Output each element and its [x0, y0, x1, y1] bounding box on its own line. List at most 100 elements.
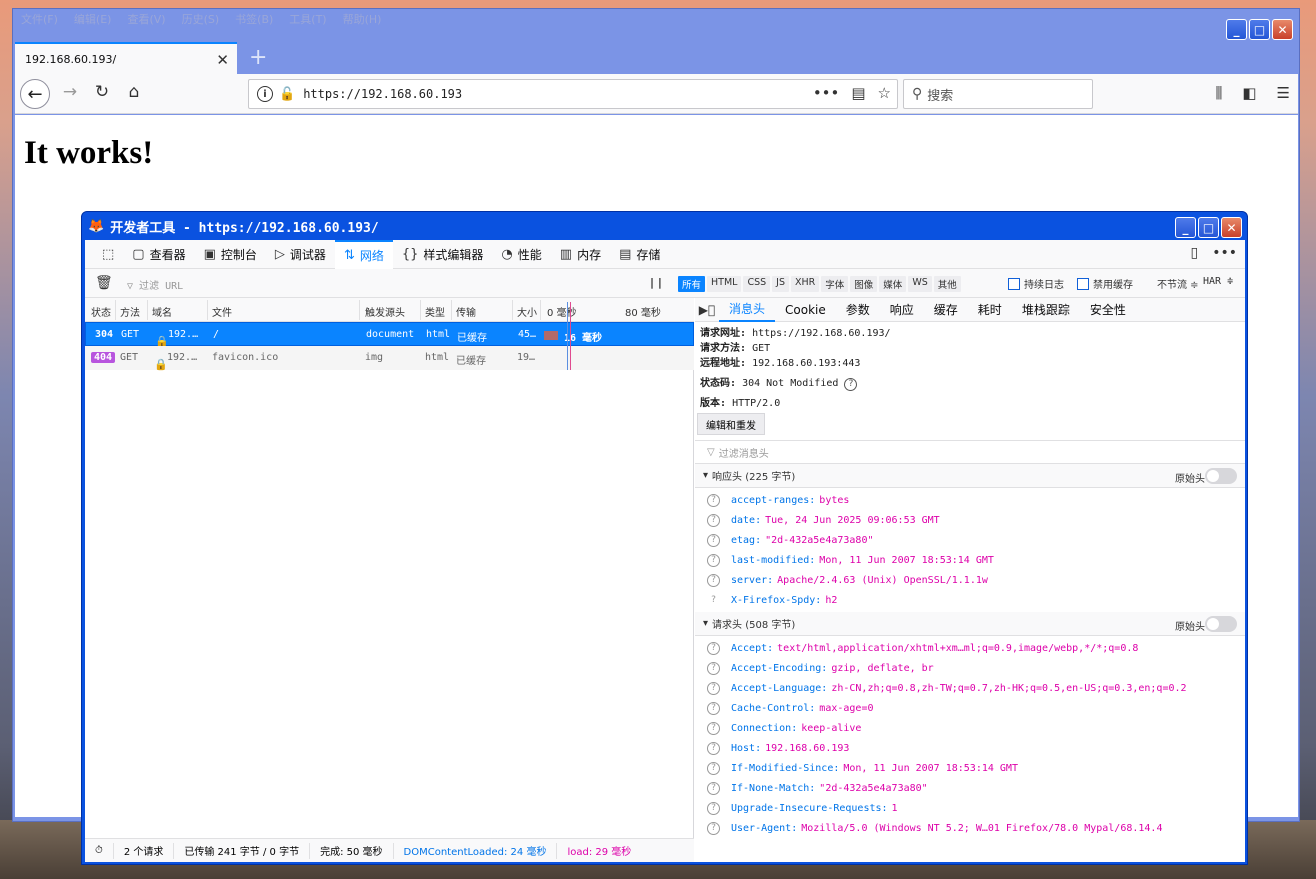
tab-cookies[interactable]: Cookie	[775, 298, 836, 322]
site-info-icon[interactable]: i	[257, 86, 273, 102]
home-icon[interactable]: ⌂	[123, 82, 145, 102]
reload-icon[interactable]: ↻	[91, 82, 113, 102]
header-row[interactable]: ? User-Agent: Mozilla/5.0 (Windows NT 5.2;…	[707, 822, 1162, 835]
header-row[interactable]: ? X-Firefox-Spdy: h2	[707, 594, 838, 607]
col-method[interactable]: 方法	[120, 304, 140, 319]
collapse-icon[interactable]: ▾	[703, 618, 708, 629]
devtools-close-button[interactable]: ✕	[1221, 217, 1242, 238]
menu-edit[interactable]: 编辑(E)	[74, 11, 112, 31]
header-row[interactable]: ? last-modified: Mon, 11 Jun 2007 18:53:14…	[707, 554, 994, 567]
toggle-panel-icon[interactable]: ▶⃞	[695, 303, 719, 317]
clear-log-icon[interactable]: 🗑	[95, 275, 113, 291]
col-cause[interactable]: 触发源头	[365, 304, 405, 319]
header-row[interactable]: ? Upgrade-Insecure-Requests: 1	[707, 802, 898, 815]
tab-stack-trace[interactable]: 堆栈跟踪	[1012, 298, 1080, 322]
header-row[interactable]: ? date: Tue, 24 Jun 2025 09:06:53 GMT	[707, 514, 940, 527]
col-file[interactable]: 文件	[212, 304, 232, 319]
lock-warning-icon[interactable]: 🔓	[279, 87, 295, 102]
persist-log-checkbox[interactable]: 持续日志	[1008, 276, 1064, 291]
sidebar-icon[interactable]: ◧	[1242, 84, 1256, 102]
header-row[interactable]: ? Accept-Language: zh-CN,zh;q=0.8,zh-TW;q=…	[707, 682, 1187, 695]
tab-console[interactable]: ▣ 控制台	[195, 240, 266, 269]
url-bar[interactable]: i 🔓 https://192.168.60.193 ••• ▤ ☆	[248, 79, 898, 109]
header-row[interactable]: ? If-Modified-Since: Mon, 11 Jun 2007 18:5…	[707, 762, 1018, 775]
search-input[interactable]: ⚲ 搜索	[903, 79, 1093, 109]
menu-help[interactable]: 帮助(H)	[343, 11, 382, 31]
help-icon[interactable]: ?	[707, 494, 720, 507]
help-icon[interactable]: ?	[707, 822, 720, 835]
help-icon[interactable]: ?	[707, 594, 720, 607]
filter-js[interactable]: JS	[772, 276, 789, 292]
help-icon[interactable]: ?	[707, 662, 720, 675]
header-row[interactable]: ? If-None-Match: "2d-432a5e4a73a80"	[707, 782, 928, 795]
tab-inspector[interactable]: ▢ 查看器	[123, 240, 194, 269]
devtools-minimize-button[interactable]: _	[1175, 217, 1196, 238]
tab-performance[interactable]: ◔ 性能	[492, 240, 550, 269]
menu-bookmarks[interactable]: 书签(B)	[235, 11, 273, 31]
close-button[interactable]: ✕	[1272, 19, 1293, 40]
header-row[interactable]: ? Cache-Control: max-age=0	[707, 702, 873, 715]
menu-file[interactable]: 文件(F)	[21, 11, 58, 31]
help-icon[interactable]: ?	[707, 702, 720, 715]
request-headers-section[interactable]: ▾ 请求头 (508 字节) 原始头	[695, 612, 1245, 636]
library-icon[interactable]: ⫼	[1215, 84, 1222, 102]
col-size[interactable]: 大小	[517, 304, 537, 319]
raw-headers-toggle[interactable]	[1205, 468, 1237, 484]
col-transferred[interactable]: 传输	[456, 304, 476, 319]
filter-all[interactable]: 所有	[678, 276, 706, 292]
new-tab-icon[interactable]: +	[249, 45, 267, 70]
help-icon[interactable]: ?	[707, 554, 720, 567]
devtools-maximize-button[interactable]: □	[1198, 217, 1219, 238]
tab-network[interactable]: ⇅ 网络	[334, 239, 393, 269]
filter-fonts[interactable]: 字体	[821, 276, 849, 292]
help-icon[interactable]: ?	[707, 514, 720, 527]
help-icon[interactable]: ?	[844, 378, 858, 391]
tab-headers[interactable]: 消息头	[719, 298, 776, 322]
help-icon[interactable]: ?	[707, 742, 720, 755]
response-headers-section[interactable]: ▾ 响应头 (225 字节) 原始头	[695, 464, 1245, 488]
tab-style-editor[interactable]: {} 样式编辑器	[393, 240, 493, 269]
disable-cache-checkbox[interactable]: 禁用缓存	[1077, 276, 1133, 291]
throttle-select[interactable]: 不节流 ≑	[1157, 276, 1199, 291]
help-icon[interactable]: ?	[707, 534, 720, 547]
filter-ws[interactable]: WS	[908, 276, 932, 292]
menu-view[interactable]: 查看(V)	[127, 11, 165, 31]
collapse-icon[interactable]: ▾	[703, 470, 708, 481]
menu-icon[interactable]: ☰	[1277, 84, 1290, 102]
tab-timings[interactable]: 耗时	[968, 298, 1012, 322]
raw-headers-toggle[interactable]	[1205, 616, 1237, 632]
filter-other[interactable]: 其他	[933, 276, 961, 292]
pause-icon[interactable]: | |	[650, 276, 662, 289]
devtools-more-icon[interactable]: •••	[1212, 245, 1237, 261]
pick-element-icon[interactable]: ⬚	[93, 240, 123, 269]
filter-xhr[interactable]: XHR	[791, 276, 820, 292]
tab-debugger[interactable]: ▷ 调试器	[266, 240, 335, 269]
filter-css[interactable]: CSS	[743, 276, 771, 292]
help-icon[interactable]: ?	[707, 802, 720, 815]
menu-tools[interactable]: 工具(T)	[289, 11, 326, 31]
header-row[interactable]: ? Accept: text/html,application/xhtml+xm…m…	[707, 642, 1138, 655]
tab-cache[interactable]: 缓存	[924, 298, 968, 322]
filter-headers-input[interactable]: ▽ 过滤消息头	[695, 440, 1245, 464]
header-row[interactable]: ? server: Apache/2.4.63 (Unix) OpenSSL/1.1…	[707, 574, 988, 587]
help-icon[interactable]: ?	[707, 642, 720, 655]
tab-security[interactable]: 安全性	[1080, 298, 1136, 322]
tab-memory[interactable]: ▥ 内存	[551, 240, 610, 269]
tab-response[interactable]: 响应	[880, 298, 924, 322]
tab-params[interactable]: 参数	[836, 298, 880, 322]
menu-history[interactable]: 历史(S)	[182, 11, 220, 31]
col-type[interactable]: 类型	[425, 304, 445, 319]
tab-storage[interactable]: ▤ 存储	[610, 240, 669, 269]
browser-tab[interactable]: 192.168.60.193/ ✕	[15, 42, 237, 74]
filter-images[interactable]: 图像	[850, 276, 878, 292]
col-domain[interactable]: 域名	[152, 304, 172, 319]
har-menu[interactable]: HAR ≑	[1203, 276, 1233, 287]
responsive-design-icon[interactable]: ▯	[1191, 245, 1199, 261]
table-row[interactable]: 304 GET 🔒 192.… / document html 已缓存 45… …	[85, 322, 694, 348]
bookmark-star-icon[interactable]: ☆	[878, 84, 891, 102]
back-button[interactable]: ←	[20, 79, 50, 109]
filter-url-input[interactable]: ▽ 过滤 URL	[127, 277, 183, 292]
help-icon[interactable]: ?	[707, 682, 720, 695]
filter-html[interactable]: HTML	[707, 276, 742, 292]
header-row[interactable]: ? etag: "2d-432a5e4a73a80"	[707, 534, 873, 547]
